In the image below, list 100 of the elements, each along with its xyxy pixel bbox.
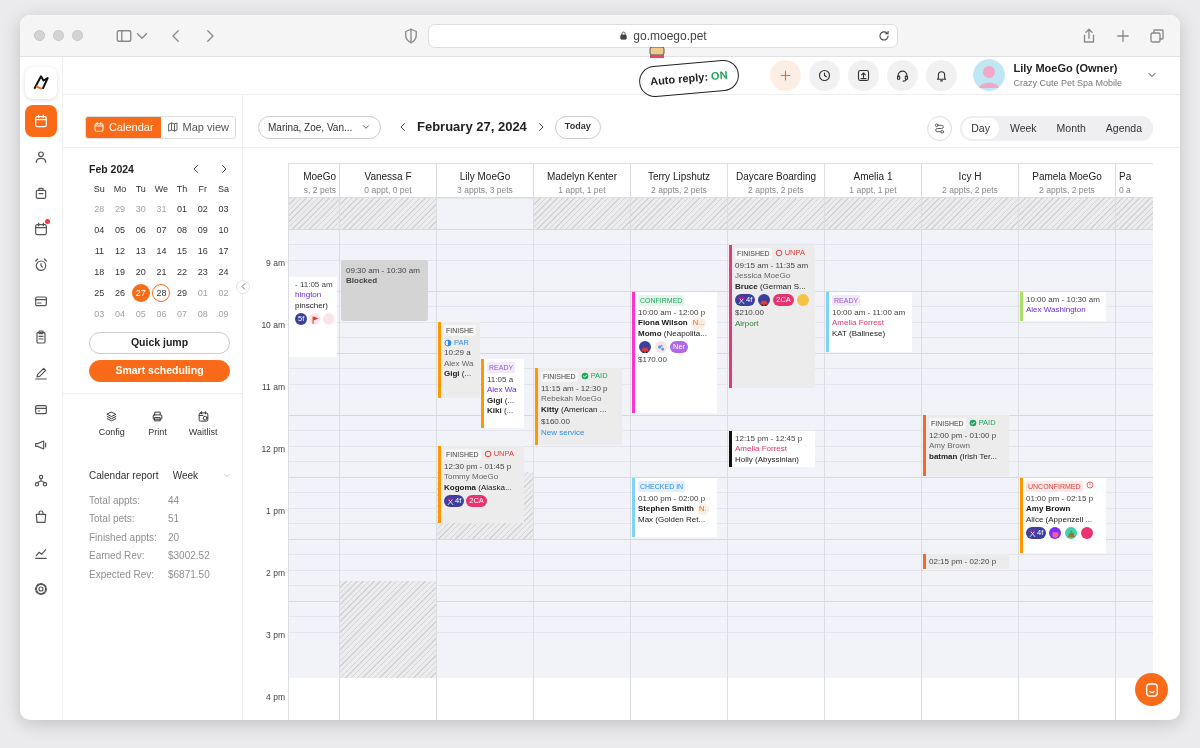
pet-name: Gigi (... [487, 395, 516, 406]
calendar-day[interactable]: 15 [173, 242, 192, 261]
time-range: - 11:05 am [295, 279, 334, 290]
appointment-card[interactable]: 10:00 am - 10:30 am Alex Washington [1020, 291, 1106, 321]
calendar-day[interactable]: 16 [193, 242, 212, 261]
time-range: 10:00 am - 12:00 p [638, 307, 707, 318]
calendar-day[interactable]: 22 [173, 263, 192, 282]
calendar-day[interactable]: 06 [131, 221, 150, 240]
appointment-count: 0 appt, 0 pet [363, 183, 413, 197]
calendar-day[interactable]: 26 [111, 284, 130, 303]
calendar-day[interactable]: 19 [111, 263, 130, 282]
hour-label: 9 am [266, 257, 285, 268]
appointment-card[interactable]: 02:15 pm - 02:20 p [923, 553, 1009, 569]
staff-name: Madelyn Kenter [545, 169, 618, 184]
appointment-count: s, 2 pets [302, 183, 336, 197]
person-icon [33, 149, 49, 165]
calendar-column[interactable]: 09:30 am - 10:30 am Blocked [340, 197, 436, 678]
calendar-day[interactable]: 11 [90, 242, 109, 261]
calendar-day[interactable]: 07 [152, 221, 171, 240]
hour-label: 11 am [262, 381, 285, 392]
calendar-day[interactable]: 13 [131, 242, 150, 261]
client-name: Fiona Wilson [638, 318, 688, 329]
pencil-icon [33, 365, 49, 381]
staff-filter[interactable]: Marina, Zoe, Van... [258, 115, 381, 139]
blocked-label: Blocked [346, 276, 379, 287]
calendar-day[interactable]: 08 [173, 221, 192, 240]
calendar-day[interactable]: 03 [214, 200, 233, 219]
view-tab[interactable]: Day [962, 117, 999, 140]
unpaid-status-icon [483, 449, 492, 458]
stat-label: Expected Rev: [89, 567, 156, 582]
calendar-day[interactable]: 01 [173, 200, 192, 219]
stat-value: $6871.50 [168, 567, 210, 582]
secondary-button[interactable]: Quick jump [89, 332, 230, 355]
calendar-day[interactable]: 04 [90, 221, 109, 240]
reload-icon[interactable] [876, 28, 891, 43]
appointment-card[interactable]: 12:15 pm - 12:45 p Amelia Forrest Holly (Abyssinian) [729, 430, 815, 467]
client-name: Tommy MoeGo [444, 472, 499, 483]
staff-name: Vanessa F [363, 169, 413, 184]
headset-button[interactable] [887, 59, 919, 91]
client-name: Amy Brown [1026, 504, 1071, 515]
calendar-day[interactable]: 24 [214, 263, 233, 282]
calendar-day[interactable]: 12 [111, 242, 130, 261]
chat-button[interactable] [1135, 673, 1168, 706]
time-range: 12:30 pm - 01:45 p [444, 461, 513, 472]
view-tab[interactable]: Agenda [1096, 117, 1151, 140]
layers-icon [105, 410, 119, 424]
tool-button[interactable]: Config [89, 410, 135, 440]
calendar-day[interactable]: 17 [214, 242, 233, 261]
service-note: Airport [735, 318, 760, 329]
blocked-card[interactable]: 09:30 am - 10:30 am Blocked [341, 259, 428, 321]
time-range: 12:00 pm - 01:00 p [929, 430, 998, 441]
client-name: Stephen Smith [638, 504, 694, 515]
weekday-label: Su [93, 184, 105, 195]
weekday-label: Mo [113, 184, 127, 195]
network-icon [33, 473, 49, 489]
calendar-day[interactable]: 20 [131, 263, 150, 282]
calendar-day[interactable]: 02 [193, 200, 212, 219]
calendar-day[interactable]: 23 [193, 263, 212, 282]
price-text: $160.00 [541, 417, 571, 428]
today-button[interactable]: Today [554, 115, 601, 139]
calendar-day[interactable]: 14 [152, 242, 171, 261]
time-range: 10:00 am - 10:30 am [1026, 294, 1101, 305]
address-bar[interactable]: go.moego.pet [427, 23, 898, 48]
pet-name: Alice (Appenzell ... [1026, 514, 1094, 525]
calendar-day[interactable]: 18 [90, 263, 109, 282]
route-icon [933, 121, 947, 135]
weekday-label: We [154, 184, 169, 195]
calendar-day[interactable]: 29 [173, 284, 192, 303]
pet-name: pinscher) [295, 300, 329, 311]
clock-button[interactable] [809, 59, 841, 91]
tool-button[interactable]: Print [134, 410, 181, 440]
scissors-icon [738, 296, 745, 304]
alarm-clock-icon [33, 257, 49, 273]
tool-button[interactable]: Waitlist [180, 410, 226, 440]
calendar-day[interactable]: 09 [193, 221, 212, 240]
time-range: 09:30 am - 10:30 am [346, 265, 421, 276]
calendar-day[interactable]: 05 [111, 221, 130, 240]
calendar-clock-icon [196, 410, 210, 424]
weekday-label: Tu [135, 184, 146, 195]
calendar-day[interactable]: 21 [152, 263, 171, 282]
pet-name: Bruce (German S... [735, 281, 807, 292]
staff-name: Amelia 1 [852, 169, 894, 184]
auto-reply-label: Auto reply: [649, 70, 709, 88]
route-button[interactable] [927, 115, 953, 141]
upload-button[interactable] [848, 59, 880, 91]
time-range: 12:15 pm - 12:45 p [735, 433, 804, 444]
tab-overview-icon[interactable] [1148, 26, 1166, 45]
hour-label: 3 pm [266, 629, 285, 640]
bell-button[interactable] [926, 59, 958, 91]
client-name: Alex Wa [444, 358, 474, 369]
period-select[interactable]: Week [172, 467, 199, 483]
price-text: $170.00 [638, 355, 668, 366]
calendar-day[interactable]: 25 [90, 284, 109, 303]
logo-icon[interactable] [31, 73, 51, 93]
appointment-count: 2 appts, 2 pets [747, 183, 805, 197]
clock-icon [817, 67, 833, 83]
calendar-day[interactable]: 10 [214, 221, 233, 240]
view-tab[interactable]: Week [1000, 117, 1046, 140]
alert-status-icon [1085, 480, 1094, 489]
view-tab[interactable]: Month [1047, 117, 1095, 140]
